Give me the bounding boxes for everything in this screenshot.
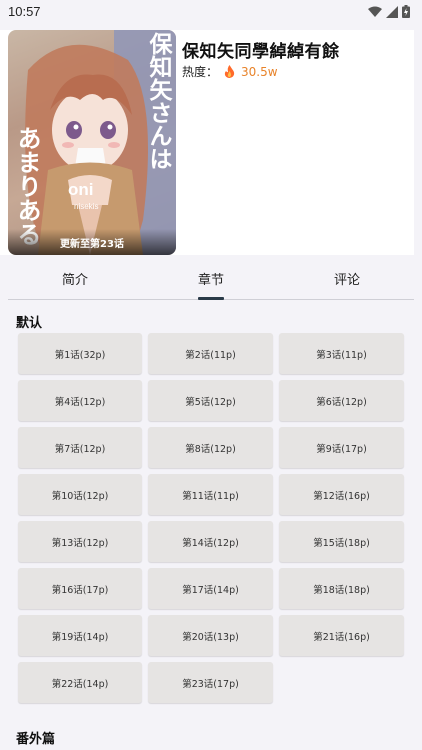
chapter-button[interactable]: 第2话(11p)	[148, 333, 273, 374]
chapter-button[interactable]: 第4话(12p)	[18, 380, 142, 421]
chapter-button[interactable]: 第20话(13p)	[148, 615, 273, 656]
chapter-button[interactable]: 第19话(14p)	[18, 615, 142, 656]
chapter-button[interactable]: 第23话(17p)	[148, 662, 273, 703]
chapter-grid: 第1话(32p) 第2话(11p) 第3话(11p) 第4话(12p) 第5话(…	[18, 333, 404, 703]
signal-icon	[386, 5, 398, 18]
tab-chapters[interactable]: 章节	[198, 269, 224, 288]
status-time: 10:57	[8, 4, 41, 19]
chapter-button[interactable]: 第7话(12p)	[18, 427, 142, 468]
section-title-extras: 番外篇	[16, 732, 56, 747]
chapter-button[interactable]: 第11话(11p)	[148, 474, 273, 515]
chapter-button[interactable]: 第13话(12p)	[18, 521, 142, 562]
battery-icon	[402, 5, 410, 18]
cover-title-left: あまりある	[13, 126, 41, 246]
cover-image[interactable]: 保知矢さんは あまりある oni nisekis 更新至第23话	[8, 30, 176, 255]
chapter-button[interactable]: 第3话(11p)	[279, 333, 404, 374]
status-icons	[368, 5, 410, 18]
chapter-button[interactable]: 第8话(12p)	[148, 427, 273, 468]
fire-icon	[224, 65, 235, 78]
heat-value: 30.5w	[241, 64, 278, 79]
cover-logo: oni	[68, 180, 94, 199]
section-title-default: 默认	[16, 316, 43, 331]
chapter-button[interactable]: 第5话(12p)	[148, 380, 273, 421]
comic-title: 保知矢同學綽綽有餘	[182, 42, 340, 62]
heat-row: 热度： 30.5w	[182, 63, 278, 80]
chapter-button[interactable]: 第1话(32p)	[18, 333, 142, 374]
tab-bar: 简介 章节 评论	[8, 258, 414, 300]
tab-intro[interactable]: 简介	[62, 269, 88, 288]
chapter-button[interactable]: 第17话(14p)	[148, 568, 273, 609]
heat-label: 热度：	[182, 65, 219, 79]
active-tab-indicator	[198, 297, 224, 300]
chapter-button[interactable]: 第9话(17p)	[279, 427, 404, 468]
status-bar: 10:57	[0, 0, 422, 26]
chapter-button[interactable]: 第16话(17p)	[18, 568, 142, 609]
chapter-button[interactable]: 第6话(12p)	[279, 380, 404, 421]
tab-comments[interactable]: 评论	[334, 269, 360, 288]
chapter-button[interactable]: 第14话(12p)	[148, 521, 273, 562]
update-status: 更新至第23话	[60, 239, 124, 250]
chapter-button[interactable]: 第12话(16p)	[279, 474, 404, 515]
cover-title-vertical: 保知矢さんは	[145, 32, 171, 170]
chapter-button[interactable]: 第21话(16p)	[279, 615, 404, 656]
chapter-button[interactable]: 第10话(12p)	[18, 474, 142, 515]
chapter-button[interactable]: 第22话(14p)	[18, 662, 142, 703]
chapter-button[interactable]: 第18话(18p)	[279, 568, 404, 609]
wifi-icon	[368, 6, 382, 17]
chapter-button[interactable]: 第15话(18p)	[279, 521, 404, 562]
cover-logo-sub: nisekis	[74, 202, 99, 211]
